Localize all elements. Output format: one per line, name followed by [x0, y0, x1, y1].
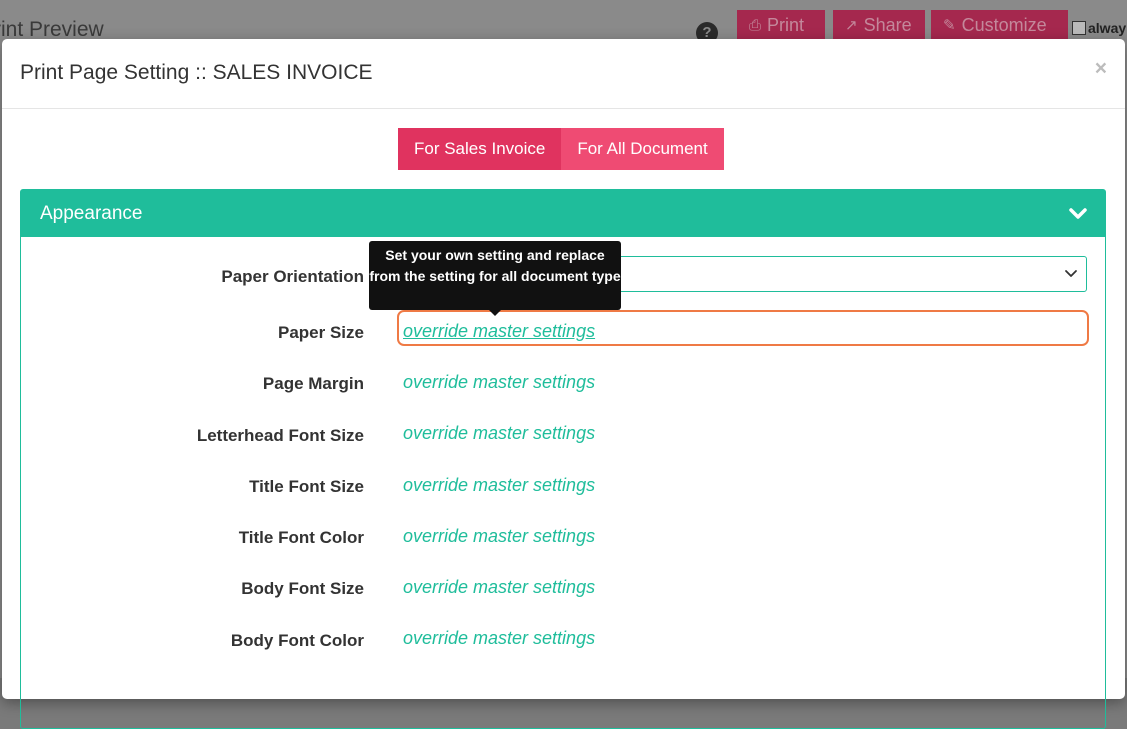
appearance-panel-header[interactable]: Appearance	[21, 190, 1105, 237]
page-margin-override-link[interactable]: override master settings	[403, 372, 595, 393]
print-page-setting-modal: Print Page Setting :: SALES INVOICE × Fo…	[2, 39, 1125, 729]
page-margin-label: Page Margin	[262, 374, 364, 393]
tab-for-sales-invoice[interactable]: For Sales Invoice	[398, 128, 562, 170]
letterhead-font-size-label: Letterhead Font Size	[196, 426, 364, 445]
chevron-down-icon[interactable]	[1069, 205, 1087, 223]
modal-header: Print Page Setting :: SALES INVOICE ×	[2, 39, 1125, 109]
modal-title: Print Page Setting :: SALES INVOICE	[20, 61, 373, 84]
appearance-panel-title: Appearance	[40, 202, 143, 224]
brush-icon: ✎	[943, 17, 956, 34]
title-font-size-override-link[interactable]: override master settings	[403, 475, 595, 496]
always-checkbox[interactable]: alway	[1072, 20, 1126, 36]
print-button[interactable]: ⎙ Print	[737, 10, 825, 40]
body-font-color-override-link[interactable]: override master settings	[403, 628, 595, 649]
body-font-color-label: Body Font Color	[230, 631, 364, 650]
override-tooltip: Set your own setting and replace from th…	[369, 241, 621, 310]
customize-button[interactable]: ✎ Customize	[931, 10, 1068, 40]
checkbox-box[interactable]	[1072, 21, 1086, 35]
print-button-label: Print	[767, 14, 805, 35]
title-font-color-label: Title Font Color	[238, 528, 364, 547]
settings-tabs: For Sales Invoice For All Document	[398, 128, 724, 170]
tooltip-arrow	[489, 310, 501, 316]
share-button[interactable]: ↗ Share	[833, 10, 925, 40]
paper-orientation-label: Paper Orientation	[221, 267, 364, 286]
body-font-size-override-link[interactable]: override master settings	[403, 577, 595, 598]
letterhead-font-size-override-link[interactable]: override master settings	[403, 423, 595, 444]
title-font-color-override-link[interactable]: override master settings	[403, 526, 595, 547]
paper-size-label: Paper Size	[278, 323, 364, 342]
tab-for-all-document[interactable]: For All Document	[561, 128, 724, 170]
customize-button-label: Customize	[961, 14, 1047, 35]
share-button-label: Share	[863, 14, 912, 35]
body-font-size-label: Body Font Size	[241, 579, 364, 598]
share-icon: ↗	[845, 17, 858, 34]
always-label: alway	[1088, 20, 1127, 36]
chevron-down-icon	[1065, 270, 1077, 277]
printer-icon: ⎙	[749, 16, 762, 34]
close-icon[interactable]: ×	[1095, 57, 1107, 81]
title-font-size-label: Title Font Size	[249, 477, 364, 496]
paper-size-override-link[interactable]: override master settings	[403, 321, 595, 342]
